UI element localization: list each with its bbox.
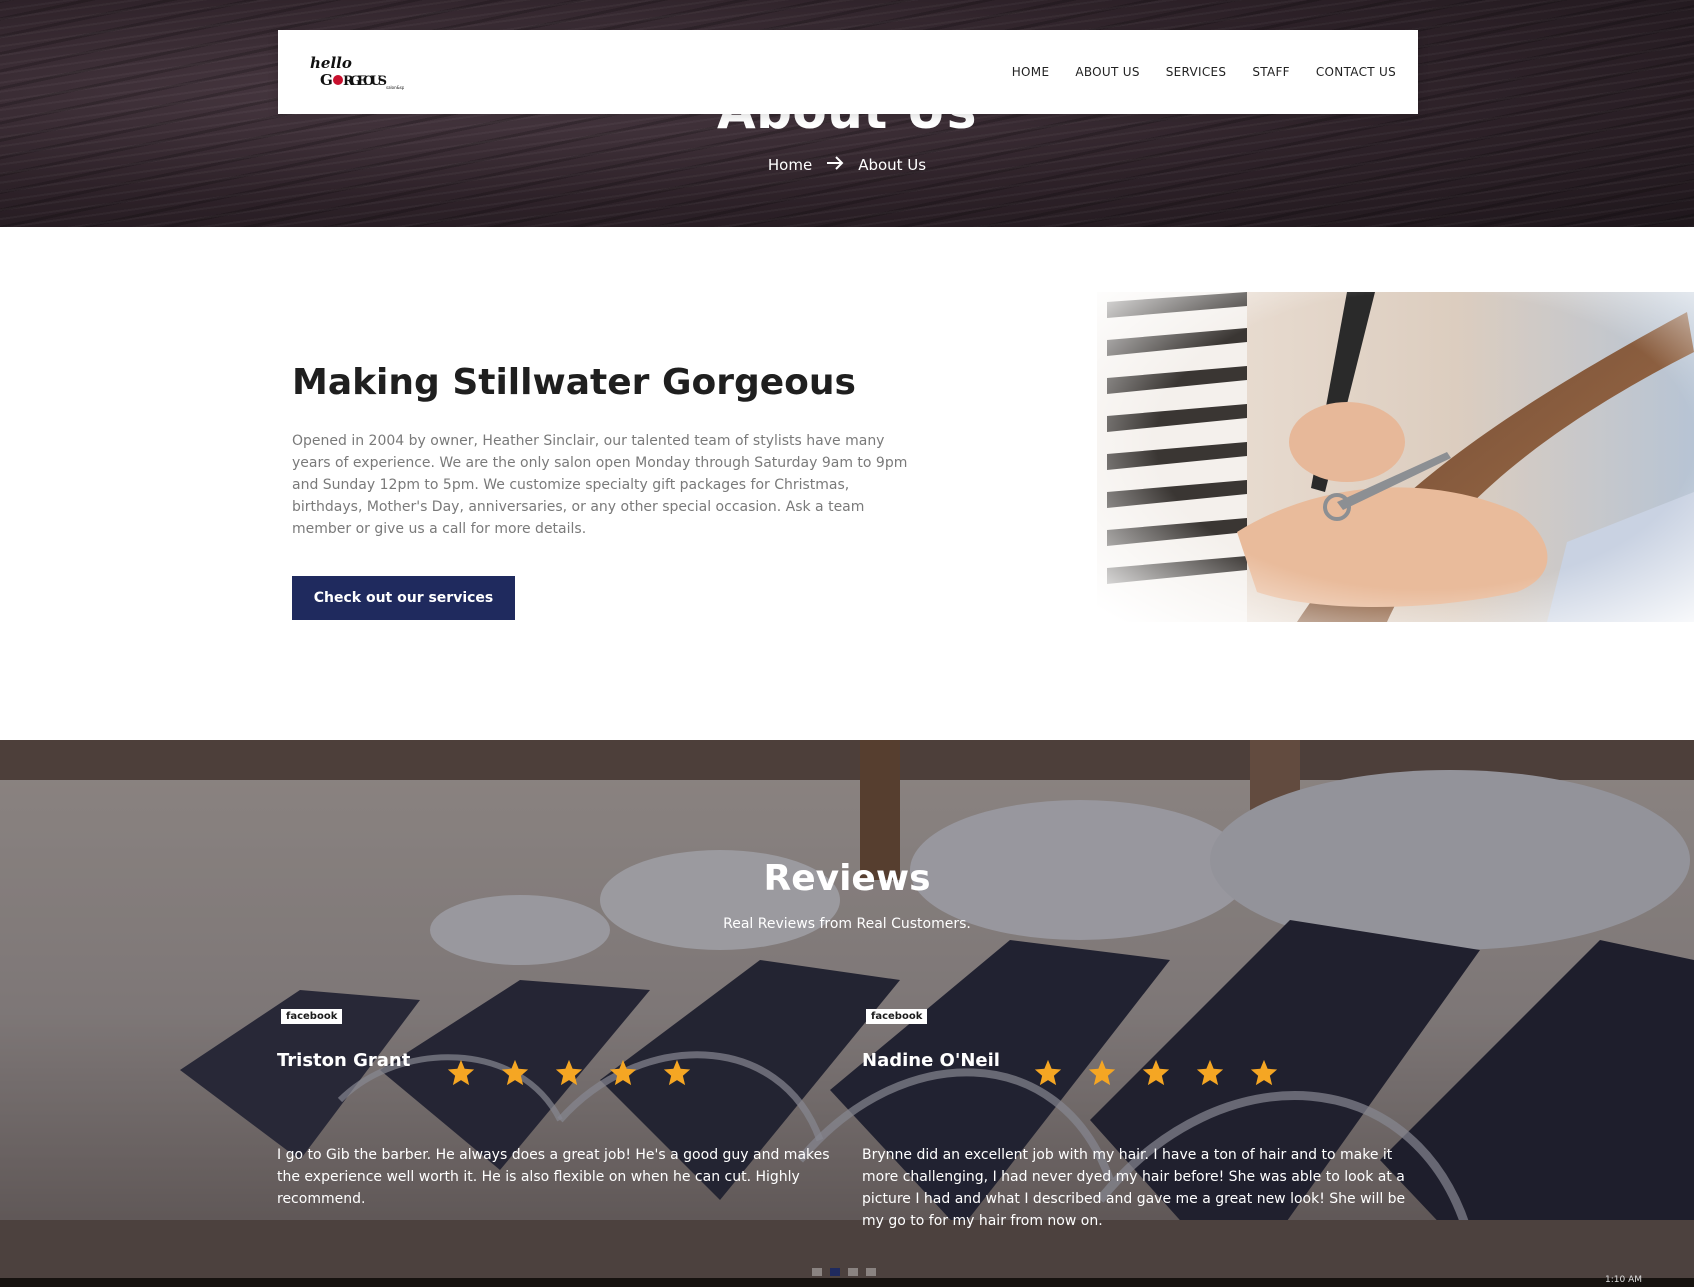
taskbar: 1:10 AM xyxy=(0,1275,1694,1287)
nav-contact-us[interactable]: CONTACT US xyxy=(1316,65,1396,79)
reviewer-name: Triston Grant xyxy=(277,1050,411,1071)
star-icon xyxy=(1196,1059,1224,1086)
taskbar-clock: 1:10 AM xyxy=(1605,1275,1642,1285)
facebook-badge-icon: facebook xyxy=(866,1009,928,1024)
reviews-title: Reviews xyxy=(763,858,931,899)
reviewer-name: Nadine O'Neil xyxy=(862,1050,1000,1071)
star-icon xyxy=(501,1059,529,1086)
carousel-dot[interactable] xyxy=(848,1268,858,1276)
carousel-dot[interactable] xyxy=(812,1268,822,1276)
nav-about-us[interactable]: ABOUT US xyxy=(1075,65,1139,79)
main-nav: HOME ABOUT US SERVICES STAFF CONTACT US xyxy=(1012,30,1396,114)
nav-home[interactable]: HOME xyxy=(1012,65,1050,79)
star-icon xyxy=(555,1059,583,1086)
carousel-dot-active[interactable] xyxy=(830,1268,840,1276)
star-icon xyxy=(1088,1059,1116,1086)
star-icon xyxy=(1142,1059,1170,1086)
facebook-badge-icon: facebook xyxy=(281,1009,343,1024)
salon-chairs-background xyxy=(0,740,1694,1287)
reviews-subtitle: Real Reviews from Real Customers. xyxy=(723,916,971,932)
star-icon xyxy=(1034,1059,1062,1086)
review-text: I go to Gib the barber. He always does a… xyxy=(277,1147,830,1207)
svg-text:hello: hello xyxy=(310,54,352,72)
svg-text:RGEOUS: RGEOUS xyxy=(343,74,387,89)
nav-services[interactable]: SERVICES xyxy=(1166,65,1227,79)
rating-stars xyxy=(445,1058,693,1088)
review-card: facebook Triston Grant I go to Gib the b… xyxy=(277,1004,837,1207)
carousel-dots xyxy=(812,1268,876,1276)
star-icon xyxy=(663,1059,691,1086)
review-card: facebook Nadine O'Neil Brynne did an exc… xyxy=(862,1004,1422,1229)
carousel-dot[interactable] xyxy=(866,1268,876,1276)
services-cta-button[interactable]: Check out our services xyxy=(292,576,515,620)
star-icon xyxy=(609,1059,637,1086)
breadcrumb: Home About Us xyxy=(0,156,1694,174)
rating-stars xyxy=(1032,1058,1280,1088)
star-icon xyxy=(1250,1059,1278,1086)
review-text: Brynne did an excellent job with my hair… xyxy=(862,1147,1406,1229)
site-header: hello G RGEOUS salon&spa HOME ABOUT US S… xyxy=(278,30,1418,114)
svg-text:G: G xyxy=(320,71,333,89)
reviews-section: Reviews Real Reviews from Real Customers… xyxy=(0,740,1694,1287)
about-description: Opened in 2004 by owner, Heather Sinclai… xyxy=(292,433,908,537)
hair-cutting-photo xyxy=(1097,292,1694,622)
about-heading: Making Stillwater Gorgeous xyxy=(292,362,856,403)
nav-staff[interactable]: STAFF xyxy=(1252,65,1290,79)
star-icon xyxy=(447,1059,475,1086)
site-logo[interactable]: hello G RGEOUS salon&spa xyxy=(308,52,407,92)
arrow-right-icon xyxy=(826,156,844,174)
svg-text:salon&spa: salon&spa xyxy=(386,85,404,90)
breadcrumb-home-link[interactable]: Home xyxy=(768,156,812,174)
breadcrumb-current: About Us xyxy=(858,156,927,174)
